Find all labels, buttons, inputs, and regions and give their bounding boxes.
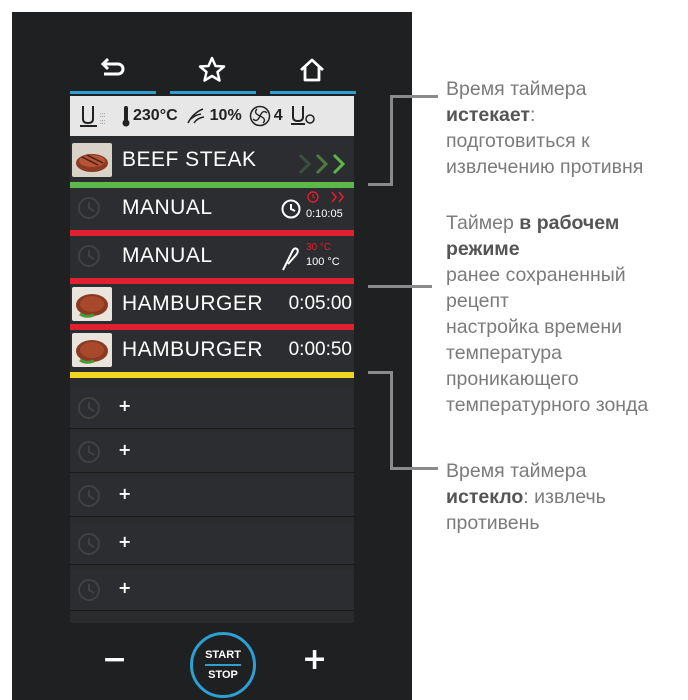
timer-clock-icon: [281, 199, 301, 219]
connector-line: [390, 467, 438, 470]
star-icon: [198, 56, 226, 82]
home-tab-underline: [270, 91, 356, 94]
stop-label: STOP: [208, 669, 238, 681]
manual-clock-icon: [78, 441, 100, 463]
add-program-label: +: [118, 484, 132, 503]
empty-program-slot[interactable]: +: [70, 388, 354, 429]
probe-set-temp: 30 °C: [306, 242, 332, 253]
burger-image: [72, 333, 112, 367]
program-name: MANUAL: [122, 244, 213, 267]
program-timer: 0:00:50: [288, 339, 352, 360]
connector-line: [368, 183, 392, 186]
connector-line: [390, 371, 393, 470]
burger-image: [72, 287, 112, 321]
program-row[interactable]: MANUAL 0:10:05: [70, 188, 354, 236]
connector-line: [390, 95, 393, 186]
add-program-label: +: [118, 578, 132, 597]
program-row[interactable]: MANUAL 30 °C 100 °C: [70, 236, 354, 284]
program-name: HAMBURGER: [122, 292, 264, 315]
core-probe-icon: [282, 247, 299, 271]
humidity-icon: [186, 108, 204, 124]
manual-clock-icon: [78, 579, 100, 601]
start-stop-divider: [205, 664, 241, 666]
elapsed-time: 0:10:05: [306, 208, 343, 220]
home-icon: [300, 58, 324, 82]
annotation-timer-expiring: Время таймера истекает: подготовиться к …: [446, 78, 644, 178]
start-label: START: [205, 649, 241, 661]
oven-temperature: 230°C: [133, 107, 178, 124]
empty-program-slot[interactable]: +: [70, 432, 354, 473]
manual-clock-icon: [78, 197, 100, 219]
oven-humidity: 10%: [209, 107, 242, 124]
back-tab-underline: [70, 91, 156, 94]
increase-button[interactable]: +: [302, 642, 327, 677]
fan-icon: [249, 105, 270, 127]
add-program-label: +: [118, 532, 132, 551]
status-bar-yellow: [70, 372, 354, 378]
steam-mode-icon: ::: :::: [80, 106, 105, 127]
home-button[interactable]: [282, 48, 342, 92]
add-program-label: +: [118, 396, 132, 415]
program-name: MANUAL: [122, 196, 213, 219]
manual-clock-icon: [78, 245, 100, 267]
svg-text::::: :::: [100, 113, 105, 119]
manual-clock-icon: [78, 533, 100, 555]
annotation-timer-running: Таймер в рабочем режиме ранее сохраненны…: [446, 212, 649, 416]
connector-line: [368, 371, 392, 374]
program-name: BEEF STEAK: [122, 148, 257, 171]
add-program-label: +: [118, 440, 132, 459]
svg-text::::: :::: [100, 120, 105, 126]
manual-clock-icon: [78, 397, 100, 419]
timer-alert-icon: [307, 191, 345, 203]
program-timer: 0:05:00: [288, 293, 352, 314]
oven-control-panel: ::: ::: 230°C 10% 4 BEEF STEAK MANUAL 0:…: [12, 12, 412, 700]
connector-line: [390, 95, 438, 98]
program-list-panel: ::: ::: 230°C 10% 4 BEEF STEAK MANUAL 0:…: [70, 96, 354, 623]
start-stop-button[interactable]: START STOP: [190, 632, 256, 698]
oven-status-bar: ::: ::: 230°C 10% 4: [70, 96, 354, 136]
empty-program-slot[interactable]: +: [70, 476, 354, 517]
cooling-mode-icon: [290, 106, 315, 125]
empty-program-slot[interactable]: +: [70, 570, 354, 611]
program-row[interactable]: BEEF STEAK: [70, 140, 354, 188]
back-arrow-icon: [100, 57, 125, 76]
empty-program-slot[interactable]: +: [70, 524, 354, 565]
steak-image: [72, 143, 112, 177]
program-name: HAMBURGER: [122, 338, 264, 361]
program-row[interactable]: HAMBURGER 0:00:50: [70, 330, 354, 378]
fan-speed: 4: [273, 107, 283, 124]
program-row[interactable]: HAMBURGER 0:05:00: [70, 284, 354, 330]
connector-line: [368, 285, 432, 288]
favorite-tab-underline: [170, 91, 256, 94]
manual-clock-icon: [78, 485, 100, 507]
annotation-timer-expired: Время таймера истекло: извлечь противень: [446, 460, 606, 534]
chevron-progress-icon: [298, 153, 346, 175]
thermometer-icon: [122, 106, 130, 127]
decrease-button[interactable]: −: [102, 642, 127, 677]
probe-actual-temp: 100 °C: [306, 256, 340, 268]
favorite-button[interactable]: [182, 48, 242, 92]
back-button[interactable]: [82, 48, 142, 92]
